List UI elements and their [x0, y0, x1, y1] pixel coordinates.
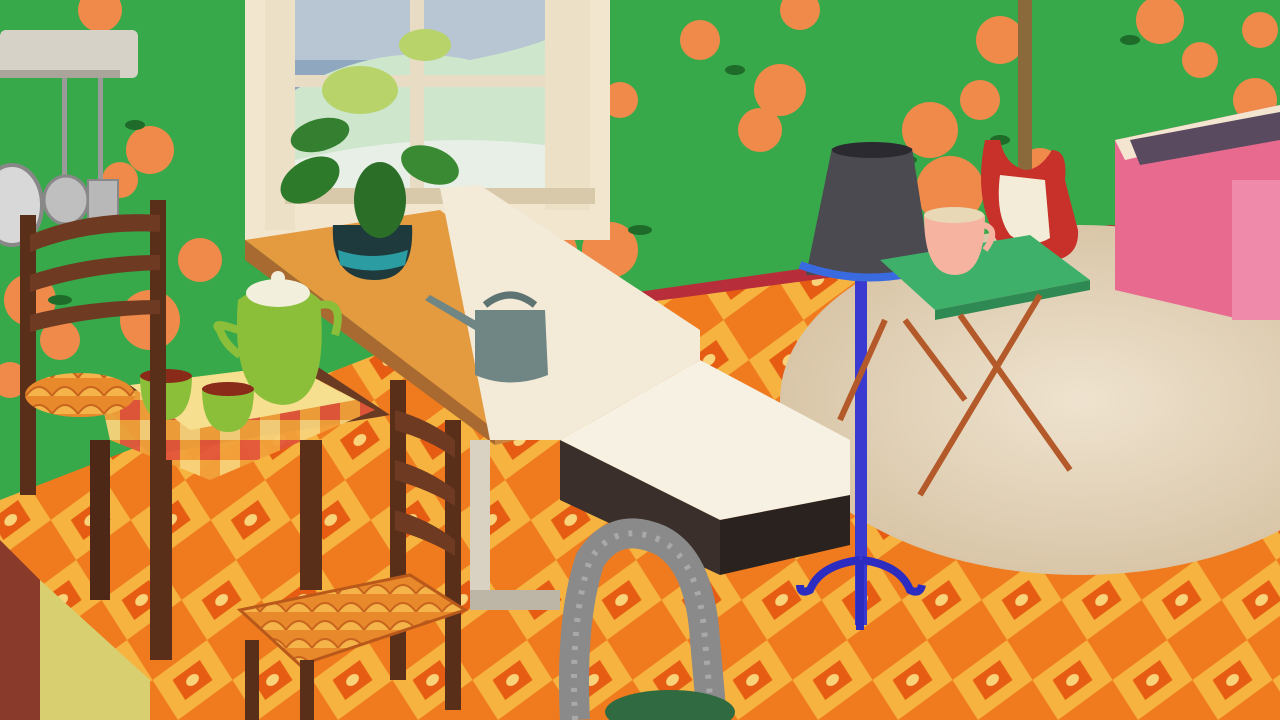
- game-scene: [0, 0, 1280, 720]
- record-crate: [1115, 105, 1280, 320]
- room-canvas: [0, 0, 1280, 720]
